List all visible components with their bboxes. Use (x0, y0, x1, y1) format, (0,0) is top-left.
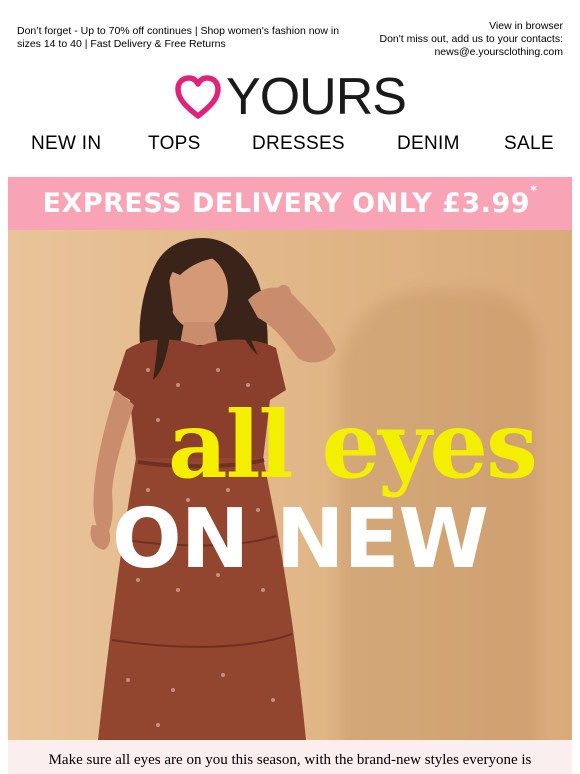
express-delivery-banner[interactable]: EXPRESS DELIVERY ONLY £3.99* (8, 177, 572, 230)
preheader: Don’t forget - Up to 70% off continues |… (0, 0, 580, 64)
nav-item-tops[interactable]: TOPS (148, 133, 201, 155)
preheader-links: View in browser Don't miss out, add us t… (379, 20, 563, 59)
heart-icon (175, 75, 221, 119)
promo-text: EXPRESS DELIVERY ONLY £3.99* (42, 184, 538, 219)
contacts-line: Don't miss out, add us to your contacts: (379, 33, 563, 45)
nav-item-sale[interactable]: SALE (504, 133, 554, 155)
headline-on-new: ON NEW (112, 492, 489, 587)
nav-item-dresses[interactable]: DRESSES (252, 133, 345, 155)
preheader-text: Don’t forget - Up to 70% off continues |… (17, 25, 340, 50)
intro-paragraph: Make sure all eyes are on you this seaso… (8, 740, 572, 774)
view-in-browser-link[interactable]: View in browser (379, 20, 563, 33)
headline-all-eyes: all eyes (168, 391, 538, 499)
main-nav: NEW IN TOPS DRESSES DENIM SALE (0, 133, 580, 159)
hero-banner[interactable]: all eyes ON NEW (8, 230, 572, 740)
brand-logo[interactable]: YOURS (0, 68, 580, 126)
contact-email-link[interactable]: news@e.yoursclothing.com (379, 46, 563, 59)
brand-name: YOURS (226, 68, 407, 126)
nav-item-new-in[interactable]: NEW IN (31, 133, 101, 155)
promo-asterisk: * (530, 184, 538, 199)
nav-item-denim[interactable]: DENIM (397, 133, 460, 155)
promo-label: EXPRESS DELIVERY ONLY £3.99 (42, 188, 531, 219)
